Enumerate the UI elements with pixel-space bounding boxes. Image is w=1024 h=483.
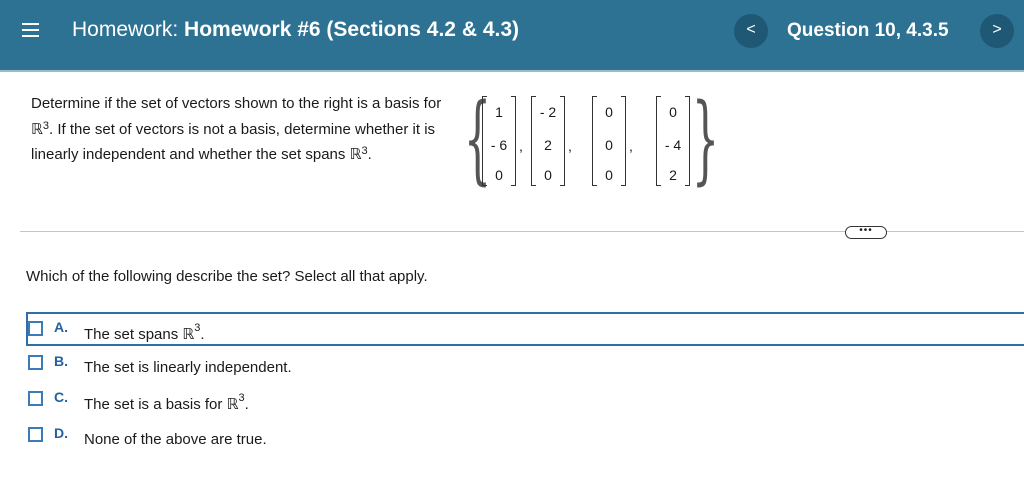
r-symbol: ℝ — [31, 119, 43, 138]
option-letter: B. — [54, 353, 68, 369]
problem-text-2: . If the set of vectors is not a basis, … — [31, 120, 436, 164]
vector-entry: - 4 — [664, 137, 682, 153]
problem-text-1: Determine if the set of vectors shown to… — [31, 95, 442, 112]
exponent: 3 — [361, 145, 368, 157]
vector-entry: - 2 — [539, 104, 557, 120]
vector-entry: 0 — [605, 104, 613, 120]
option-a-label: The set spans — [84, 326, 183, 343]
option-c-label: The set is a basis for — [84, 396, 227, 413]
option-c[interactable]: C. The set is a basis for ℝ3. — [26, 382, 1024, 418]
checkbox-b[interactable] — [28, 355, 43, 370]
vector-4: 0 - 4 2 — [656, 96, 690, 186]
option-b-label: The set is linearly independent. — [84, 359, 292, 376]
previous-question-button[interactable]: < — [734, 14, 768, 48]
option-b[interactable]: B. The set is linearly independent. — [26, 346, 1024, 382]
r-symbol: ℝ — [349, 145, 362, 163]
problem-statement: Determine if the set of vectors shown to… — [31, 92, 451, 168]
exponent: 3 — [42, 119, 50, 132]
option-letter: D. — [54, 425, 68, 441]
option-a[interactable]: A. The set spans ℝ3. — [26, 312, 1024, 346]
exponent: 3 — [238, 392, 245, 404]
problem-period: . — [367, 146, 372, 163]
exponent: 3 — [194, 322, 201, 334]
option-text: The set spans ℝ3. — [84, 322, 205, 343]
next-question-button[interactable]: > — [980, 14, 1014, 48]
vector-set: { 1 - 6 0 , - 2 2 0 , 0 0 0 , 0 - 4 2 } — [455, 91, 719, 190]
homework-title: Homework: Homework #6 (Sections 4.2 & 4.… — [72, 18, 519, 42]
checkbox-d[interactable] — [28, 427, 43, 442]
question-label: Question 10, 4.3.5 — [787, 20, 949, 41]
right-brace-icon: } — [691, 83, 720, 195]
option-letter: A. — [54, 319, 68, 335]
option-d-label: None of the above are true. — [84, 431, 267, 448]
vector-entry: 0 — [544, 167, 552, 183]
vector-entry: 2 — [669, 167, 677, 183]
vector-2: - 2 2 0 — [531, 96, 565, 186]
vector-1: 1 - 6 0 — [482, 96, 516, 186]
top-header: Homework: Homework #6 (Sections 4.2 & 4.… — [0, 0, 1024, 72]
comma: , — [629, 138, 633, 154]
vector-3: 0 0 0 — [592, 96, 626, 186]
vector-entry: 0 — [605, 137, 613, 153]
more-options-button[interactable]: ••• — [845, 226, 887, 239]
vector-entry: - 6 — [490, 137, 508, 153]
hamburger-menu-icon[interactable] — [20, 20, 42, 40]
answer-options: A. The set spans ℝ3. B. The set is linea… — [26, 312, 1024, 454]
vector-entry: 2 — [544, 137, 552, 153]
option-letter: C. — [54, 389, 68, 405]
option-period: . — [244, 396, 249, 413]
homework-title-prefix: Homework: — [72, 18, 179, 41]
vector-entry: 0 — [669, 104, 677, 120]
comma: , — [519, 138, 523, 154]
question-prompt: Which of the following describe the set?… — [26, 268, 428, 285]
vector-entry: 0 — [605, 167, 613, 183]
comma: , — [568, 138, 572, 154]
option-period: . — [200, 326, 205, 343]
checkbox-a[interactable] — [28, 321, 43, 336]
homework-title-main: Homework #6 (Sections 4.2 & 4.3) — [184, 18, 520, 41]
checkbox-c[interactable] — [28, 391, 43, 406]
option-text: The set is a basis for ℝ3. — [84, 392, 249, 413]
option-d[interactable]: D. None of the above are true. — [26, 418, 1024, 454]
r-symbol: ℝ — [182, 325, 195, 343]
r-symbol: ℝ — [226, 395, 239, 413]
vector-entry: 0 — [495, 167, 503, 183]
vector-entry: 1 — [495, 104, 503, 120]
